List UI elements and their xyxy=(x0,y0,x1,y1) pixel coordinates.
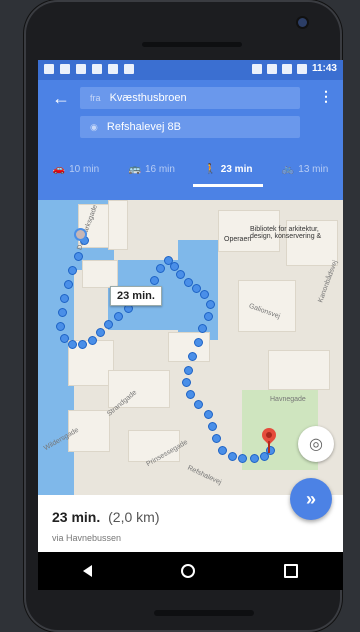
directions-header: ← fra Kvæsthusbroen ◉ Refshalevej 8B ⋮ 🚗… xyxy=(38,80,343,200)
origin-prefix: fra xyxy=(90,93,101,103)
signal-icon xyxy=(281,63,292,74)
route-dot xyxy=(204,312,213,321)
notification-icon xyxy=(108,64,118,74)
route-dot xyxy=(176,270,185,279)
tab-transit[interactable]: 🚌 16 min xyxy=(129,164,175,175)
notification-icon xyxy=(124,64,134,74)
route-dot xyxy=(74,252,83,261)
route-dot xyxy=(182,378,191,387)
route-via: via Havnebussen xyxy=(52,533,122,543)
destination-field[interactable]: ◉ Refshalevej 8B xyxy=(80,116,300,138)
route-dot xyxy=(238,454,247,463)
clock: 11:43 xyxy=(311,63,337,74)
bike-icon: 🚲 xyxy=(281,163,295,175)
route-dot xyxy=(228,452,237,461)
route-dot xyxy=(198,324,207,333)
nav-home-icon[interactable] xyxy=(180,564,195,578)
back-arrow-icon[interactable]: ← xyxy=(52,88,70,109)
front-camera xyxy=(298,18,307,27)
route-dot xyxy=(156,264,165,273)
route-dot xyxy=(194,400,203,409)
active-tab-indicator xyxy=(193,184,263,187)
route-dot xyxy=(188,352,197,361)
poi-operaen: Operaen xyxy=(224,236,252,243)
nav-recents-icon[interactable] xyxy=(284,564,299,578)
tab-bike-label: 13 min xyxy=(298,163,329,175)
route-dot xyxy=(114,312,123,321)
tab-walk-label: 23 min xyxy=(220,163,253,175)
origin-field[interactable]: fra Kvæsthusbroen xyxy=(80,87,300,109)
tab-car-label: 10 min xyxy=(69,163,100,175)
map-view[interactable]: Operaen Bibliotek for arkitektur, design… xyxy=(38,200,343,495)
notification-icon xyxy=(60,64,70,74)
tab-car[interactable]: 🚗 10 min xyxy=(53,164,99,175)
road-kanonbadsvej: Kanonbådsvej xyxy=(317,259,340,304)
route-dot xyxy=(64,280,73,289)
location-icon xyxy=(251,63,262,74)
route-dot xyxy=(60,294,69,303)
route-dot xyxy=(56,322,65,331)
route-dot xyxy=(88,336,97,345)
screen: 11:43 ← fra Kvæsthusbroen ◉ Refshalevej … xyxy=(38,60,343,590)
bottom-speaker xyxy=(154,610,254,616)
map-block xyxy=(238,280,296,332)
route-dot xyxy=(250,454,259,463)
route-dot xyxy=(206,300,215,309)
destination-pin-icon: ◉ xyxy=(90,122,98,132)
map-block xyxy=(108,200,128,250)
tab-walk[interactable]: 🚶 23 min xyxy=(204,164,252,175)
more-vert-icon[interactable]: ⋮ xyxy=(319,88,333,105)
tab-bike[interactable]: 🚲 13 min xyxy=(282,164,328,175)
route-dot xyxy=(150,276,159,285)
route-dot xyxy=(68,340,77,349)
route-time-bubble[interactable]: 23 min. xyxy=(110,286,162,306)
battery-icon xyxy=(296,63,307,74)
crosshair-icon: ◎ xyxy=(309,436,323,453)
route-dot xyxy=(184,366,193,375)
double-chevron-right-icon: » xyxy=(305,488,316,509)
route-dot xyxy=(218,446,227,455)
twitter-icon xyxy=(76,64,86,74)
route-dot xyxy=(204,410,213,419)
route-distance: (2,0 km) xyxy=(108,509,160,525)
route-dot xyxy=(58,308,67,317)
poi-library: Bibliotek for arkitektur, design, konser… xyxy=(250,226,322,240)
water xyxy=(38,330,68,495)
top-speaker xyxy=(142,42,242,47)
nav-back-icon[interactable] xyxy=(82,565,92,577)
travel-mode-tabs: 🚗 10 min 🚌 16 min 🚶 23 min 🚲 13 min xyxy=(38,154,343,184)
destination-pin-stem xyxy=(268,441,270,453)
walk-icon: 🚶 xyxy=(204,163,217,175)
alarm-icon xyxy=(266,63,277,74)
road-refshalevej: Refshalevej xyxy=(186,464,223,487)
route-dot xyxy=(194,338,203,347)
destination-value: Refshalevej 8B xyxy=(106,121,181,133)
route-dot xyxy=(200,290,209,299)
start-navigation-button[interactable]: » xyxy=(290,478,332,520)
route-duration: 23 min. xyxy=(52,509,101,525)
route-dot xyxy=(104,320,113,329)
map-block xyxy=(268,350,330,390)
my-location-button[interactable]: ◎ xyxy=(298,426,334,462)
route-dot xyxy=(186,390,195,399)
route-dot xyxy=(68,266,77,275)
notification-icon xyxy=(44,64,54,74)
route-dot xyxy=(208,422,217,431)
route-dot xyxy=(96,328,105,337)
car-icon: 🚗 xyxy=(52,163,66,175)
route-summary: 23 min. (2,0 km) xyxy=(52,509,159,525)
origin-value: Kvæsthusbroen xyxy=(109,92,187,104)
map-block xyxy=(82,260,118,288)
route-start-marker[interactable] xyxy=(74,228,87,241)
route-dot xyxy=(78,340,87,349)
status-bar: 11:43 xyxy=(38,60,343,80)
bus-icon: 🚌 xyxy=(128,163,141,175)
route-dot xyxy=(212,434,221,443)
route-time-text: 23 min. xyxy=(117,290,155,302)
system-nav-bar xyxy=(38,552,343,590)
road-havnegade: Havnegade xyxy=(270,396,306,403)
notification-icon xyxy=(92,64,102,74)
tab-transit-label: 16 min xyxy=(144,163,175,175)
